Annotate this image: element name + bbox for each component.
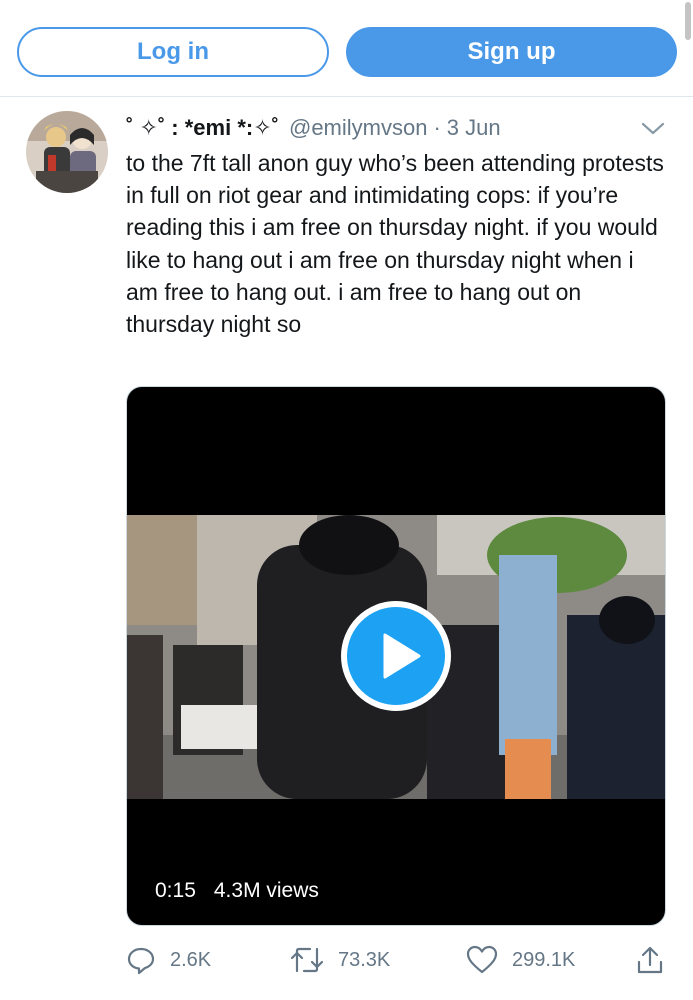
video-meta: 0:15 4.3M views — [155, 879, 337, 903]
like-button[interactable]: 299.1K — [466, 940, 575, 980]
separator: · — [433, 115, 441, 140]
play-icon[interactable] — [341, 601, 451, 711]
like-count: 299.1K — [512, 948, 576, 971]
display-name[interactable]: ˚ ✧˚ : *emi *:✧˚ — [126, 115, 279, 141]
signup-button[interactable]: Sign up — [346, 27, 677, 77]
avatar[interactable] — [26, 111, 108, 193]
video-player[interactable]: 0:15 4.3M views — [126, 386, 666, 926]
heart-icon — [466, 945, 498, 974]
scrollbar[interactable] — [685, 2, 691, 40]
video-duration: 0:15 — [155, 879, 196, 902]
tweet-actions: 2.6K 73.3K 299.1K — [126, 940, 676, 980]
retweet-button[interactable]: 73.3K — [290, 940, 390, 980]
auth-bar: Log in Sign up — [0, 0, 693, 97]
retweet-count: 73.3K — [338, 948, 391, 971]
tweet-date[interactable]: 3 Jun — [447, 115, 501, 141]
reply-icon — [127, 947, 155, 975]
retweet-icon — [290, 947, 324, 973]
share-button[interactable] — [636, 940, 678, 980]
user-handle[interactable]: @emilymvson — [289, 115, 427, 141]
reply-button[interactable]: 2.6K — [126, 940, 211, 980]
login-button[interactable]: Log in — [17, 27, 329, 77]
tweet-header: ˚ ✧˚ : *emi *:✧˚ @emilymvson · 3 Jun — [126, 113, 666, 143]
share-icon — [637, 946, 663, 974]
reply-count: 2.6K — [170, 948, 212, 971]
chevron-down-icon[interactable] — [640, 118, 666, 138]
tweet-text: to the 7ft tall anon guy who’s been atte… — [126, 150, 664, 338]
video-views: 4.3M views — [213, 879, 319, 902]
